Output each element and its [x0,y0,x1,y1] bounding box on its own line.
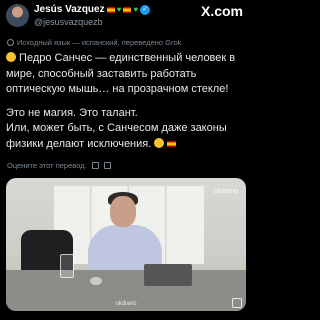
person-head [110,196,136,227]
watermark-top: okdiario [213,188,238,195]
tweet-line: Это не магия. Это талант. [6,106,138,119]
spain-flag-icon [167,140,177,147]
watermark-bottom: okdiario [115,301,137,307]
laughing-emoji-icon [154,137,165,148]
tweet-text: Педро Санчес — единственный человек в ми… [6,51,246,152]
spain-flag-icon [123,6,132,13]
author-name-row[interactable]: Jesús Vazquez ♥ ♥ ✓ [34,3,151,16]
handle[interactable]: @jesusvazquezb [34,17,103,27]
laughing-emoji-icon [6,52,16,62]
translation-note: Исходный язык — испанский, переведено Gr… [7,38,181,47]
tweet-line: Или, может быть, с Санчесом даже законы [6,122,227,134]
thumbs-up-icon[interactable] [91,161,99,169]
tweet-line: Педро Санчес — единственный человек в [6,51,246,67]
tweet-line: мире, способный заставить работать [6,67,197,80]
spain-flag-icon [106,6,115,13]
green-heart-icon: ♥ [116,4,122,14]
green-heart-icon: ♥ [133,4,139,14]
rate-label: Оцените этот перевод: [7,160,87,170]
thumbs-down-icon[interactable] [103,161,111,169]
tweet-line: физики делают исключения. [6,137,246,153]
tweet-header: Jesús Vazquez ♥ ♥ ✓ @jesusvazquezb X.com [0,0,251,34]
avatar[interactable] [6,4,29,27]
x-logo: X.com [200,3,243,19]
glass [60,254,74,278]
translation-rating: Оцените этот перевод: [7,160,111,170]
laptop [144,264,192,286]
verified-icon: ✓ [140,4,151,15]
mouse [90,277,102,285]
fullscreen-icon[interactable] [232,298,242,308]
translation-note-text: Исходный язык — испанский, переведено Gr… [17,38,182,47]
tweet-media-image[interactable]: okdiario okdiario [6,178,246,311]
display-name[interactable]: Jesús Vazquez [34,4,105,15]
tweet-line: оптическую мышь… на прозрачном стекле! [6,83,229,95]
globe-icon [7,39,14,46]
